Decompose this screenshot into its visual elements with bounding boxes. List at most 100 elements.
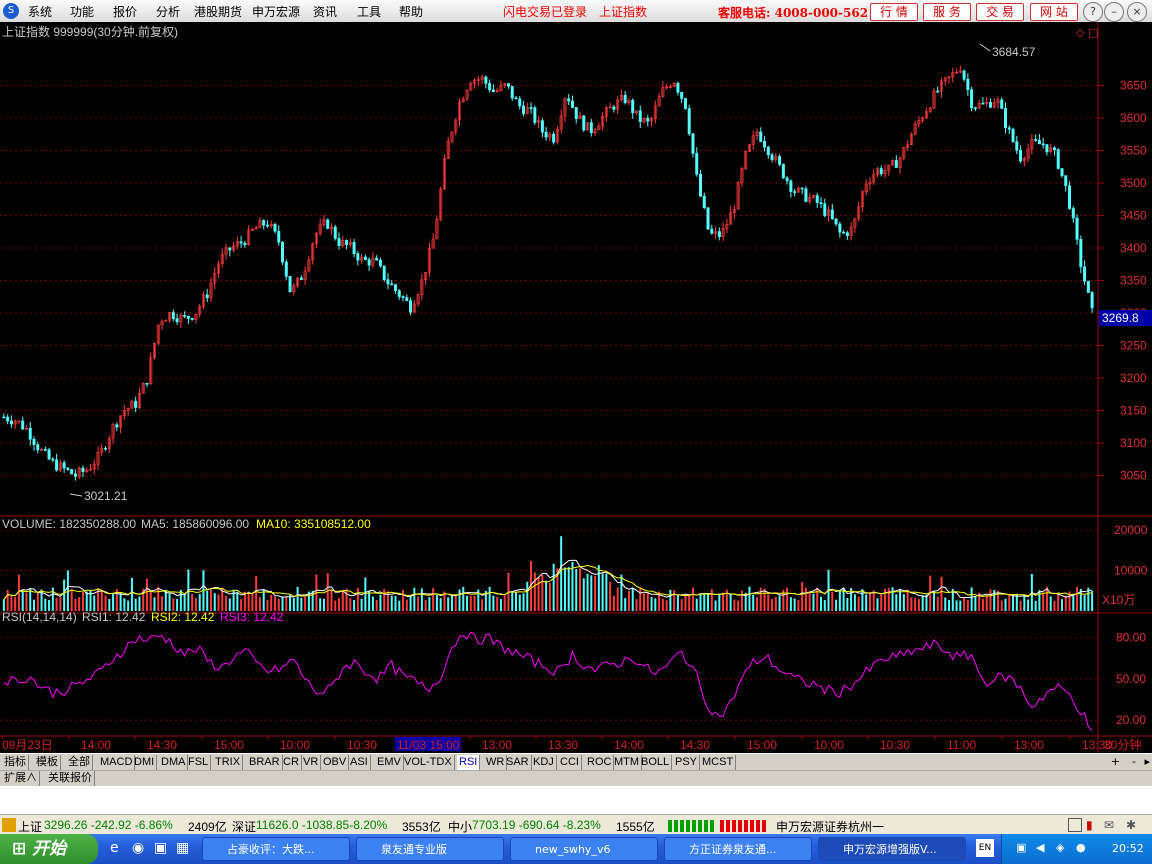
candle-body [186, 315, 190, 319]
layout-icon[interactable] [1068, 818, 1082, 832]
indicator-tab-boll[interactable]: BOLL [639, 755, 673, 770]
ie-icon[interactable]: e [110, 840, 119, 856]
indicator-tab-指标[interactable]: 指标 [2, 755, 29, 770]
indicator-tab-模板[interactable]: 模板 [34, 755, 61, 770]
zoom-out-icon[interactable]: - [1132, 755, 1136, 768]
keyboard-icon[interactable]: EN [976, 839, 994, 857]
sh-value[interactable]: 3296.26 -242.92 -6.86% [44, 818, 173, 832]
time-tick-label: 09月23日 [2, 738, 53, 752]
sz-value[interactable]: 11626.0 -1038.85-8.20% [256, 818, 387, 832]
indicator-tab-macd[interactable]: MACD [98, 755, 136, 770]
stock-chart[interactable]: 10000 20000 20.00 50.00 80.00 3050 3100 3150 3… [0, 22, 1152, 762]
indicator-tab-sar[interactable]: SAR [504, 755, 532, 770]
zx-label[interactable]: 中小 [448, 818, 472, 835]
security-icon[interactable]: ◈ [1056, 841, 1064, 854]
task-news[interactable]: 占豪收评：大跌... [202, 837, 350, 861]
chart-area[interactable]: 10000 20000 20.00 50.00 80.00 3050 3100 3150 3… [0, 22, 1152, 762]
start-button[interactable]: ⊞ 开始 [0, 834, 98, 864]
menu-quote[interactable]: 报价 [113, 3, 137, 20]
volume-bar [285, 596, 288, 611]
candle-body [145, 382, 149, 385]
website-button[interactable]: 网 站 [1030, 3, 1078, 21]
candle-body [393, 284, 397, 291]
tray-app-icon[interactable]: ● [1076, 841, 1086, 854]
indicator-tab-brar[interactable]: BRAR [247, 755, 283, 770]
browser-icon[interactable]: ◉ [132, 840, 144, 856]
indicator-tab-rsi[interactable]: RSI [457, 755, 481, 770]
service-button[interactable]: 服 务 [923, 3, 971, 21]
clock[interactable]: 20:52 [1112, 842, 1144, 855]
volume-icon[interactable]: ◀ [1036, 841, 1044, 854]
expand-tab[interactable]: 扩展∧ [2, 771, 40, 786]
zoom-in-icon[interactable]: + [1111, 755, 1120, 768]
network-icon[interactable]: ▣ [1016, 841, 1026, 854]
diamond-icon[interactable]: ◇ [1076, 26, 1085, 39]
indicator-tab-cr[interactable]: CR [281, 755, 302, 770]
volume-bar [1053, 600, 1056, 611]
media-icon[interactable]: ▣ [154, 840, 167, 856]
rsi-line [3, 631, 1093, 732]
candle-body [386, 279, 390, 285]
close-icon[interactable]: × [1127, 2, 1147, 22]
market-button[interactable]: 行 情 [870, 3, 918, 21]
task-founder[interactable]: 方正证券泉友通... [664, 837, 812, 861]
sz-label[interactable]: 深证 [232, 818, 256, 835]
volume-bar [932, 590, 935, 611]
indicator-tab-roc[interactable]: ROC [585, 755, 615, 770]
volume-bar [341, 591, 344, 611]
menu-function[interactable]: 功能 [70, 3, 94, 20]
indicator-tab-fsl[interactable]: FSL [186, 755, 212, 770]
related-quote-tab[interactable]: 关联报价 [46, 771, 95, 786]
candle-body [962, 70, 966, 80]
time-tick-label: 10:00 [280, 738, 310, 752]
menu-hk-futures[interactable]: 港股期货 [194, 3, 242, 20]
sh-label[interactable]: 上证 [18, 818, 42, 835]
status-lock-icon[interactable] [2, 818, 16, 832]
indicator-tab-asi[interactable]: ASI [348, 755, 371, 770]
period-label[interactable]: 30分钟 [1104, 737, 1141, 752]
volume-bar [609, 581, 612, 611]
menu-help[interactable]: 帮助 [399, 3, 423, 20]
indicator-tab-mtm[interactable]: MTM [612, 755, 643, 770]
task-quanyoutong[interactable]: 泉友通专业版 [356, 837, 504, 861]
menu-swhy[interactable]: 申万宏源 [252, 3, 300, 20]
candle-body [1060, 168, 1064, 176]
indicator-tab-trix[interactable]: TRIX [213, 755, 244, 770]
indicator-tab-mcst[interactable]: MCST [700, 755, 737, 770]
window-toggle-icon[interactable]: □ [1088, 26, 1098, 39]
indicator-tab-kdj[interactable]: KDJ [531, 755, 557, 770]
candle-body [845, 232, 849, 237]
candle-body [32, 438, 36, 445]
task-folder[interactable]: new_swhy_v6 [510, 837, 658, 861]
indicator-tab-emv[interactable]: EMV [375, 755, 404, 770]
volume-bar [906, 589, 909, 611]
message-icon[interactable]: ✉ [1104, 818, 1114, 832]
candle-body [589, 122, 593, 133]
indicator-tab-dma[interactable]: DMA [159, 755, 189, 770]
candle-body [699, 173, 703, 197]
menu-news[interactable]: 资讯 [313, 3, 337, 20]
indicator-tab-全部[interactable]: 全部 [66, 755, 93, 770]
indicator-tab-psy[interactable]: PSY [673, 755, 701, 770]
indicator-tab-obv[interactable]: OBV [321, 755, 350, 770]
task-swhy[interactable]: 申万宏源增强版V... [818, 837, 966, 861]
indicator-tab-dmi[interactable]: DMI [132, 755, 158, 770]
settings-icon[interactable]: ✱ [1126, 818, 1136, 832]
indicator-tab-vr[interactable]: VR [301, 755, 322, 770]
menu-analysis[interactable]: 分析 [156, 3, 180, 20]
candle-body [1011, 128, 1015, 142]
zx-value[interactable]: 7703.19 -690.64 -8.23% [472, 818, 601, 832]
minimize-icon[interactable]: – [1104, 2, 1124, 22]
indicator-tab-cci[interactable]: CCI [558, 755, 582, 770]
app-logo-icon[interactable]: S [3, 3, 19, 19]
app-icon[interactable]: ▦ [176, 840, 189, 856]
candle-body [337, 238, 341, 246]
scroll-left-icon[interactable]: ▸ [1144, 755, 1150, 768]
volume-bar [673, 590, 676, 611]
menu-tools[interactable]: 工具 [357, 3, 381, 20]
help-icon[interactable]: ? [1083, 2, 1103, 22]
indicator-tab-vol-tdx[interactable]: VOL-TDX [402, 755, 455, 770]
candle-body [529, 107, 533, 109]
trade-button[interactable]: 交 易 [976, 3, 1024, 21]
menu-system[interactable]: 系统 [28, 3, 52, 20]
